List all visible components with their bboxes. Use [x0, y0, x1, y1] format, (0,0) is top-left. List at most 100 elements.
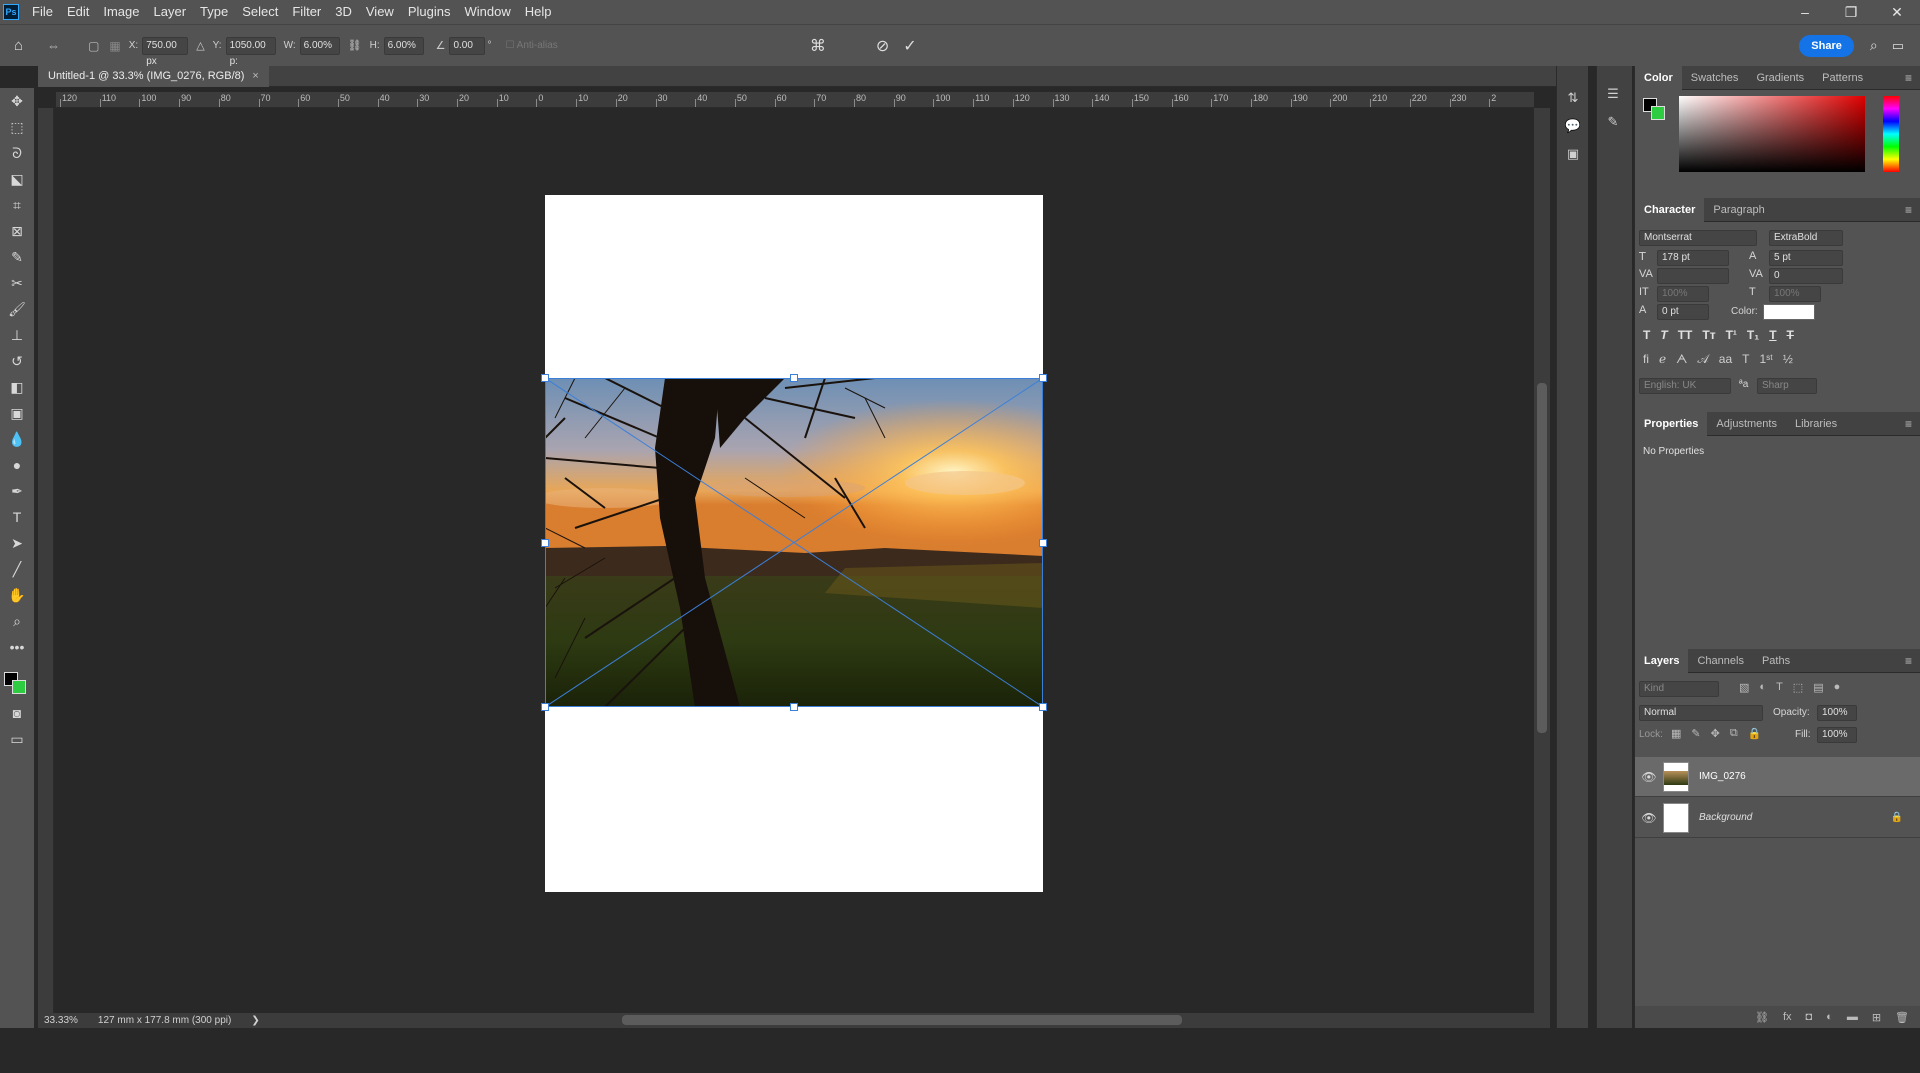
hue-slider[interactable] — [1883, 96, 1899, 172]
zoom-level[interactable]: 33.33% — [44, 1015, 78, 1026]
menu-image[interactable]: Image — [96, 0, 146, 24]
color-picker-field[interactable] — [1679, 96, 1865, 172]
menu-window[interactable]: Window — [457, 0, 517, 24]
path-selection-tool-icon[interactable]: ➤ — [0, 530, 34, 556]
menu-edit[interactable]: Edit — [60, 0, 96, 24]
comments-panel-icon[interactable]: 💬 — [1557, 112, 1589, 140]
visibility-eye-icon[interactable]: 👁 — [1635, 770, 1663, 784]
stamp-tool-icon[interactable]: ⊥ — [0, 322, 34, 348]
vertical-scroll-thumb[interactable] — [1537, 383, 1547, 733]
transform-handle-bottom-left[interactable] — [541, 703, 549, 711]
ligatures-icon[interactable]: ﬁ — [1643, 352, 1649, 367]
properties-tab-adjustments[interactable]: Adjustments — [1707, 412, 1786, 436]
menu-select[interactable]: Select — [235, 0, 285, 24]
frame-tool-icon[interactable]: ⊠ — [0, 218, 34, 244]
layer-name[interactable]: IMG_0276 — [1699, 771, 1746, 782]
menu-file[interactable]: File — [25, 0, 60, 24]
layer-filter-select[interactable]: Kind — [1639, 681, 1719, 697]
history-brush-tool-icon[interactable]: ↺ — [0, 348, 34, 374]
color-tab-patterns[interactable]: Patterns — [1813, 66, 1872, 90]
hand-tool-icon[interactable]: ✋ — [0, 582, 34, 608]
discretionary-ligatures-icon[interactable]: ℯ — [1659, 352, 1666, 367]
y-input[interactable]: 1050.00 p: — [225, 36, 276, 67]
layers-tab-paths[interactable]: Paths — [1753, 649, 1799, 673]
superscript-icon[interactable]: T¹ — [1726, 328, 1737, 342]
new-layer-icon[interactable]: ⊞ — [1872, 1011, 1881, 1024]
menu-plugins[interactable]: Plugins — [401, 0, 458, 24]
tracking-input[interactable]: 0 — [1769, 268, 1843, 284]
angle-input[interactable]: 0.00 — [449, 36, 486, 55]
color-swatches[interactable] — [0, 660, 34, 700]
underline-icon[interactable]: T — [1769, 328, 1776, 342]
height-input[interactable]: 6.00% — [383, 36, 424, 55]
properties-tab-libraries[interactable]: Libraries — [1786, 412, 1846, 436]
type-filter-icon[interactable]: T — [1776, 681, 1783, 694]
crop-tool-icon[interactable]: ⌗ — [0, 192, 34, 218]
properties-panel-menu-icon[interactable]: ≡ — [1897, 412, 1920, 436]
new-adjustment-icon[interactable]: ◐ — [1826, 1011, 1833, 1023]
x-input[interactable]: 750.00 px — [142, 36, 189, 67]
faux-bold-icon[interactable]: T — [1643, 328, 1650, 342]
vertical-scale-input[interactable]: 100% — [1657, 286, 1709, 302]
menu-help[interactable]: Help — [518, 0, 559, 24]
swash-icon[interactable]: ᗅ — [1676, 352, 1687, 367]
lock-all-icon[interactable]: 🔒 — [1748, 727, 1762, 740]
status-arrow-icon[interactable]: ❯ — [251, 1015, 259, 1026]
menu-3d[interactable]: 3D — [328, 0, 359, 24]
warp-icon[interactable]: ⌘ — [810, 36, 826, 56]
transform-handle-left[interactable] — [541, 539, 549, 547]
fill-input[interactable]: 100% — [1817, 727, 1857, 743]
add-mask-icon[interactable]: ◘ — [1806, 1011, 1813, 1023]
home-icon[interactable]: ⌂ — [14, 37, 23, 54]
ordinals-icon[interactable]: T — [1742, 352, 1749, 367]
titling-alternates-icon[interactable]: aa — [1719, 352, 1732, 367]
width-input[interactable]: 6.00% — [299, 36, 340, 55]
marquee-tool-icon[interactable]: ⬚ — [0, 114, 34, 140]
smart-object-filter-icon[interactable]: ▤ — [1813, 681, 1823, 694]
leading-input[interactable]: 5 pt — [1769, 250, 1843, 266]
color-panel-menu-icon[interactable]: ≡ — [1897, 66, 1920, 90]
dodge-tool-icon[interactable]: ● — [0, 452, 34, 478]
transform-handle-bottom-right[interactable] — [1039, 703, 1047, 711]
menu-layer[interactable]: Layer — [147, 0, 194, 24]
screen-mode-icon[interactable]: ▭ — [0, 726, 34, 752]
pen-tool-icon[interactable]: ✒ — [0, 478, 34, 504]
color-tab-swatches[interactable]: Swatches — [1682, 66, 1748, 90]
move-tool-icon[interactable]: ✥ — [0, 88, 34, 114]
subscript-icon[interactable]: T₁ — [1747, 328, 1759, 342]
layers-panel-menu-icon[interactable]: ≡ — [1897, 649, 1920, 673]
quick-mask-icon[interactable]: ◙ — [0, 700, 34, 726]
canvas-area[interactable] — [56, 108, 1534, 1014]
reference-point-icon[interactable]: ▢ — [88, 39, 99, 53]
close-window-button[interactable]: ✕ — [1874, 0, 1920, 24]
lock-position-icon[interactable]: ✥ — [1711, 727, 1720, 740]
close-tab-icon[interactable]: × — [252, 66, 258, 87]
history-panel-icon[interactable]: ⇅ — [1557, 84, 1589, 112]
restore-button[interactable]: ❐ — [1828, 0, 1874, 24]
object-selection-tool-icon[interactable]: ⬕ — [0, 166, 34, 192]
eraser-tool-icon[interactable]: ◧ — [0, 374, 34, 400]
adjust-panel-icon[interactable]: ☰ — [1597, 80, 1629, 108]
transform-handle-top[interactable] — [790, 374, 798, 382]
strikethrough-icon[interactable]: T — [1787, 328, 1794, 342]
color-bg-swatch[interactable] — [1651, 106, 1665, 120]
antialias-checkbox[interactable]: ☐ Anti-alias — [505, 40, 557, 51]
font-family-select[interactable]: Montserrat — [1639, 230, 1757, 246]
ordinal-st-icon[interactable]: 1ˢᵗ — [1759, 352, 1772, 367]
filter-toggle-icon[interactable]: ● — [1834, 681, 1841, 694]
font-size-input[interactable]: 178 pt — [1657, 250, 1729, 266]
faux-italic-icon[interactable]: T — [1660, 328, 1667, 342]
type-tool-icon[interactable]: T — [0, 504, 34, 530]
kerning-input[interactable] — [1657, 268, 1729, 284]
gradient-tool-icon[interactable]: ▣ — [0, 400, 34, 426]
layer-row-img[interactable]: 👁 IMG_0276 — [1635, 757, 1920, 797]
transform-handle-top-right[interactable] — [1039, 374, 1047, 382]
share-button[interactable]: Share — [1799, 34, 1854, 57]
color-tab-color[interactable]: Color — [1635, 65, 1682, 90]
commit-transform-icon[interactable]: ✓ — [903, 36, 916, 56]
character-panel-menu-icon[interactable]: ≡ — [1897, 198, 1920, 222]
link-icon[interactable]: ⛓ — [348, 39, 362, 52]
properties-tab-properties[interactable]: Properties — [1635, 411, 1708, 436]
horizontal-scroll-thumb[interactable] — [622, 1015, 1182, 1025]
zoom-tool-icon[interactable]: ⌕ — [0, 608, 34, 634]
